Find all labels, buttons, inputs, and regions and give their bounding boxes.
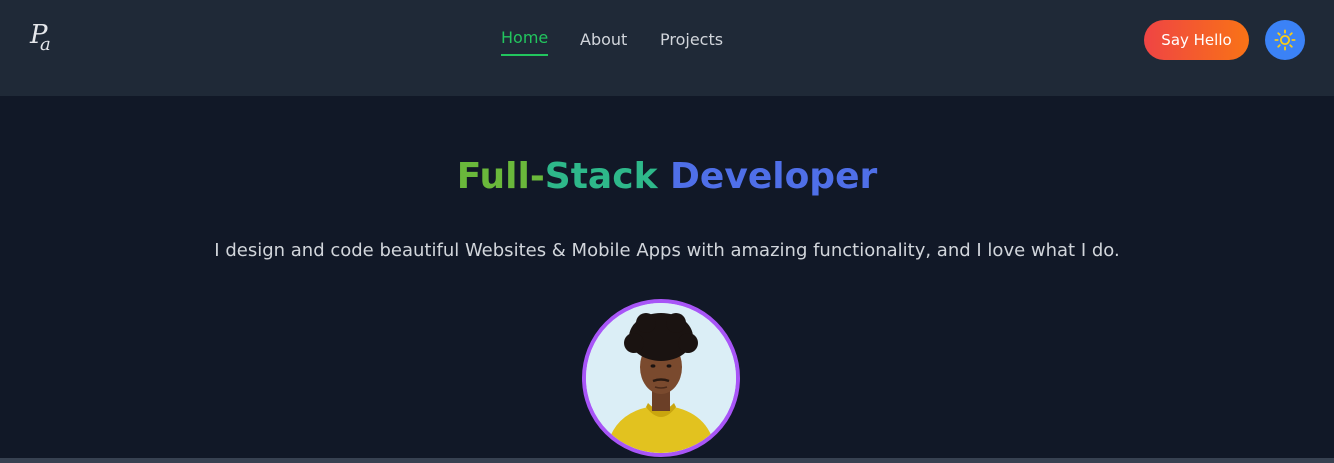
hero-title-part2: Stack (544, 156, 671, 197)
hero-title-part1: Full- (456, 156, 545, 197)
theme-toggle-button[interactable] (1265, 20, 1305, 60)
navbar: P a Home About Projects Say Hello (0, 0, 1334, 96)
hero-subtitle: I design and code beautiful Websites & M… (214, 240, 1120, 261)
page-bottom-divider (0, 458, 1334, 463)
sun-icon (1274, 29, 1296, 51)
avatar-portrait (586, 303, 736, 453)
nav-links: Home About Projects (0, 26, 1334, 58)
hero-title-part3: Developer (670, 156, 878, 197)
nav-link-home[interactable]: Home (501, 28, 549, 56)
avatar (582, 299, 740, 457)
hero-title: Full-Stack Developer (0, 156, 1334, 197)
nav-link-projects[interactable]: Projects (660, 30, 723, 49)
nav-link-about[interactable]: About (580, 30, 627, 49)
say-hello-button[interactable]: Say Hello (1144, 20, 1249, 60)
